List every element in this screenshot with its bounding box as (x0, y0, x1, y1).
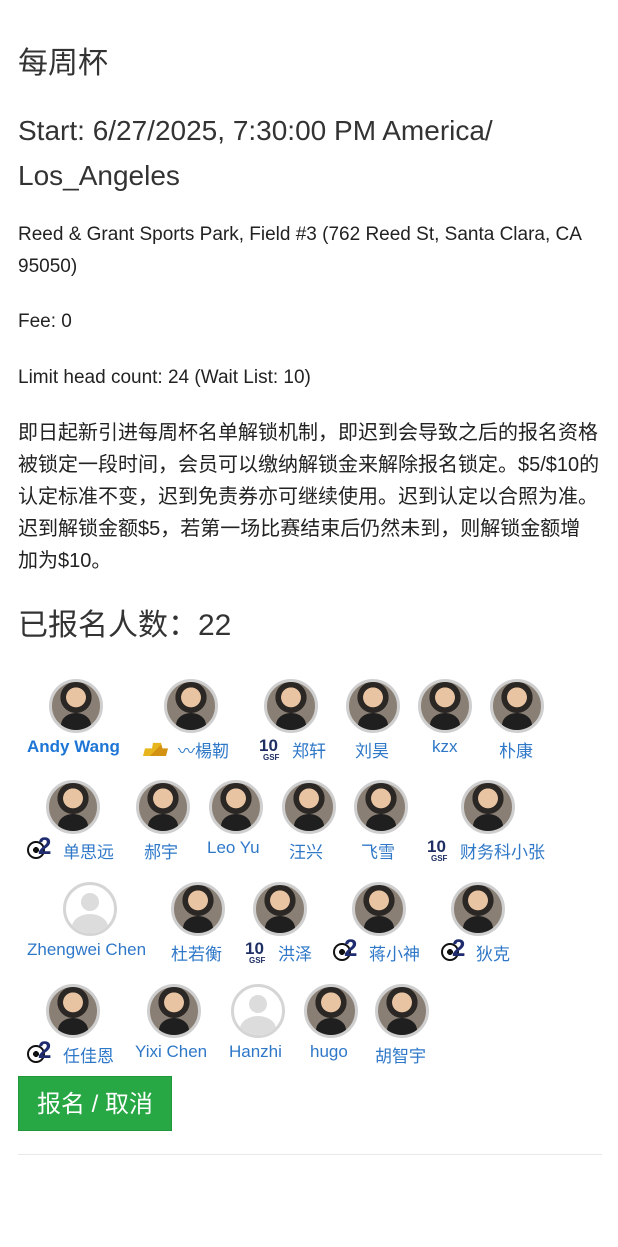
player-card[interactable]: 朴康 (490, 679, 618, 775)
player-name[interactable]: Hanzhi (229, 1042, 282, 1062)
player-name[interactable]: 任佳恩 (63, 1042, 114, 1067)
soccer-ball-badge-icon: 2 (27, 833, 53, 861)
player-name[interactable]: 郑轩 (292, 737, 326, 762)
avatar[interactable] (264, 679, 318, 733)
player-name[interactable]: 蒋小神 (369, 940, 420, 965)
avatar[interactable] (147, 984, 201, 1038)
avatar[interactable] (253, 882, 307, 936)
avatar[interactable] (136, 780, 190, 834)
avatar[interactable] (209, 780, 263, 834)
soccer-ball-badge-icon: 2 (441, 935, 467, 963)
avatar[interactable] (46, 780, 100, 834)
player-name[interactable]: 朴康 (499, 737, 533, 762)
player-name[interactable]: Yixi Chen (135, 1042, 207, 1062)
player-name[interactable]: 汪兴 (289, 838, 323, 863)
page-title: 每周杯 (18, 47, 108, 80)
player-card[interactable]: 胡智宇 (375, 984, 525, 1080)
event-location: Reed & Grant Sports Park, Field #3 (762 … (18, 224, 581, 277)
player-name[interactable]: hugo (310, 1042, 348, 1062)
player-name[interactable]: Zhengwei Chen (27, 940, 146, 960)
avatar[interactable] (451, 882, 505, 936)
player-name[interactable]: kzx (432, 737, 458, 757)
avatar[interactable] (304, 984, 358, 1038)
player-name[interactable]: 胡智宇 (375, 1042, 426, 1067)
avatar[interactable] (49, 679, 103, 733)
avatar[interactable] (352, 882, 406, 936)
ten-badge-icon: 10 GSF (427, 837, 448, 863)
avatar[interactable] (418, 679, 472, 733)
gold-bar-icon (143, 742, 168, 756)
player-name[interactable]: 洪泽 (278, 940, 312, 965)
avatar[interactable] (231, 984, 285, 1038)
ten-badge-icon: 10 GSF (259, 736, 280, 762)
player-name[interactable]: 单思远 (63, 838, 114, 863)
soccer-ball-badge-icon: 2 (333, 935, 359, 963)
player-name[interactable]: 〰楊靭 (178, 737, 229, 762)
unlock-notice: 即日起新引进每周杯名单解锁机制，即迟到会导致之后的报名资格被锁定一段时间，会员可… (18, 422, 600, 572)
player-name[interactable]: Leo Yu (207, 838, 260, 858)
soccer-ball-badge-icon: 2 (27, 1037, 53, 1065)
event-fee: Fee: 0 (18, 311, 72, 332)
player-card[interactable]: 10 GSF 财务科小张 (427, 780, 577, 876)
avatar[interactable] (171, 882, 225, 936)
avatar[interactable] (375, 984, 429, 1038)
player-card[interactable]: 2 狄克 (441, 882, 591, 978)
player-name[interactable]: 狄克 (476, 940, 510, 965)
avatar[interactable] (461, 780, 515, 834)
event-start: Start: 6/27/2025, 7:30:00 PM America/ Lo… (18, 115, 493, 191)
avatar[interactable] (63, 882, 117, 936)
player-name[interactable]: 财务科小张 (460, 838, 545, 863)
registered-count: 已报名人数：22 (18, 609, 232, 642)
player-name[interactable]: 杜若衡 (171, 940, 222, 965)
avatar[interactable] (354, 780, 408, 834)
avatar[interactable] (164, 679, 218, 733)
ten-badge-icon: 10 GSF (245, 939, 266, 965)
avatar[interactable] (46, 984, 100, 1038)
avatar[interactable] (346, 679, 400, 733)
head-count-limit: Limit head count: 24 (Wait List: 10) (18, 367, 311, 388)
player-name[interactable]: Andy Wang (27, 737, 120, 757)
avatar[interactable] (282, 780, 336, 834)
register-cancel-button[interactable]: 报名 / 取消 (18, 1076, 172, 1131)
player-name[interactable]: 郝宇 (144, 838, 178, 863)
avatar[interactable] (490, 679, 544, 733)
player-name[interactable]: 飞雪 (361, 838, 395, 863)
player-name[interactable]: 刘昊 (355, 737, 389, 762)
player-card[interactable]: Zhengwei Chen (27, 882, 177, 978)
section-divider (18, 1154, 602, 1155)
